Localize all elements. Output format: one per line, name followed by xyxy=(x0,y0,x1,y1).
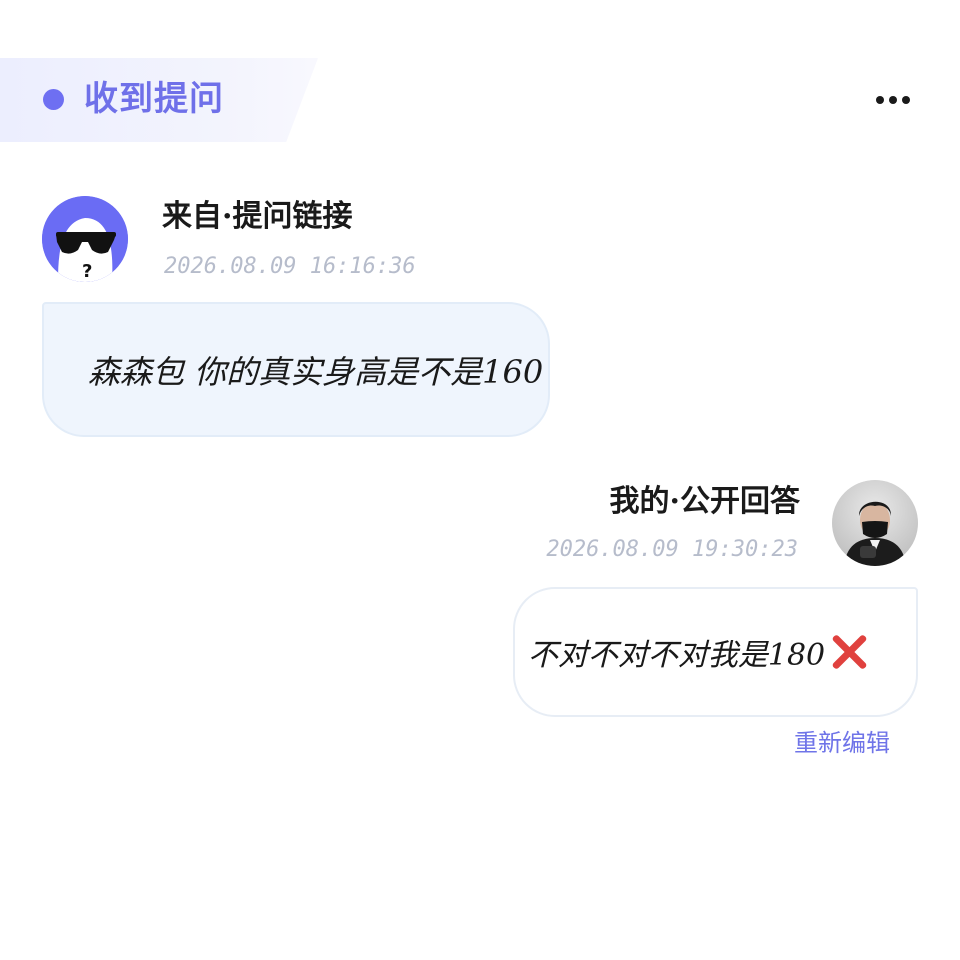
red-cross-mark-icon xyxy=(829,632,869,672)
question-source-label: 来自·提问链接 xyxy=(162,199,353,234)
more-dot-icon xyxy=(876,96,884,104)
more-options-button[interactable] xyxy=(866,82,920,118)
sunglasses-ghost-icon: ? xyxy=(42,196,128,282)
page-title: 收到提问 xyxy=(84,79,224,119)
question-bubble: 森森包 你的真实身高是不是160 xyxy=(42,302,550,437)
answer-bubble: 不对不对不对我是180 xyxy=(513,587,918,717)
question-text: 森森包 你的真实身高是不是160 xyxy=(88,352,544,391)
answerer-avatar xyxy=(832,480,918,566)
more-dot-icon xyxy=(889,96,897,104)
answer-text: 不对不对不对我是180 xyxy=(527,638,826,673)
asker-avatar: ? xyxy=(42,196,128,282)
svg-text:?: ? xyxy=(82,261,92,282)
user-photo-icon xyxy=(832,480,918,566)
reedit-button[interactable]: 重新编辑 xyxy=(794,726,890,760)
more-dot-icon xyxy=(902,96,910,104)
answer-timestamp: 2026.08.09 19:30:23 xyxy=(546,537,798,562)
question-timestamp: 2026.08.09 16:16:36 xyxy=(164,254,416,279)
header-dot-icon xyxy=(43,89,64,110)
answer-label: 我的·公开回答 xyxy=(609,484,800,519)
